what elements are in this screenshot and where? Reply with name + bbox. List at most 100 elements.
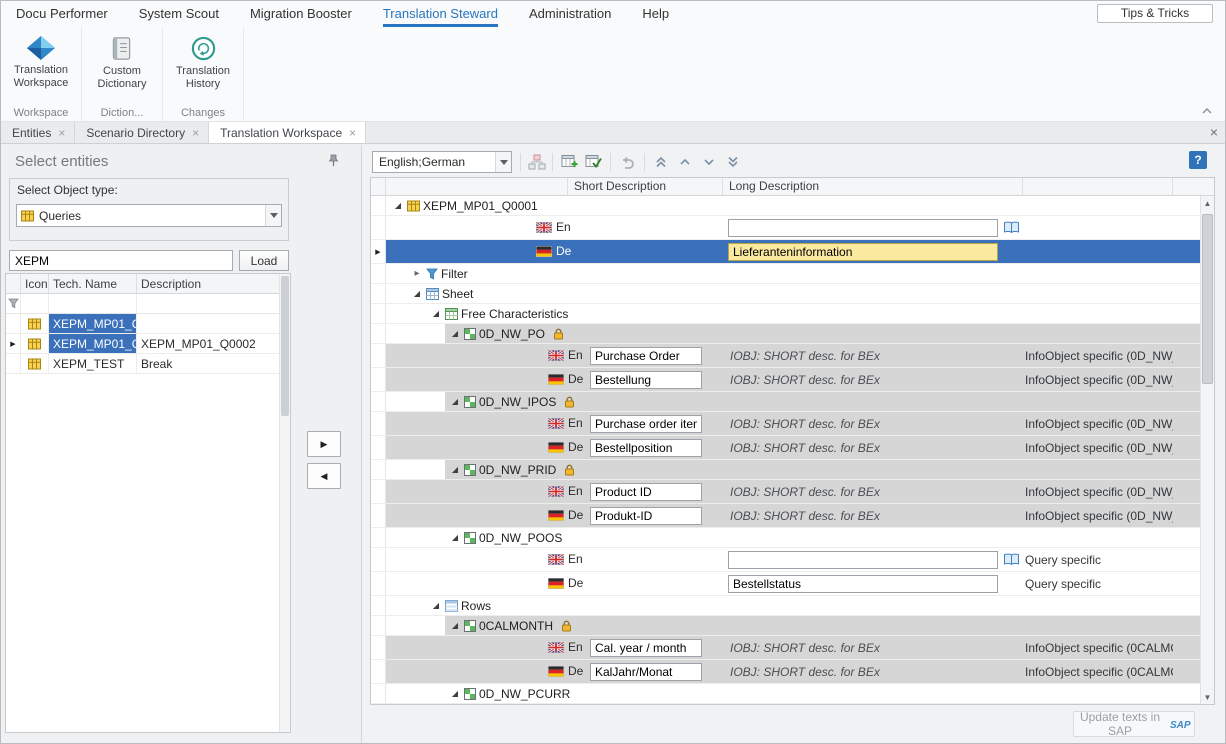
expand-toggle-icon[interactable]: ▸ xyxy=(411,268,423,279)
entity-search-input[interactable] xyxy=(9,250,233,271)
scrollbar-thumb[interactable] xyxy=(1202,214,1213,384)
tree-node-row[interactable]: ◢Sheet xyxy=(371,284,1200,304)
translation-row[interactable]: DeIOBJ: SHORT desc. for BExInfoObject sp… xyxy=(371,504,1200,528)
translation-row[interactable]: EnIOBJ: SHORT desc. for BExInfoObject sp… xyxy=(371,412,1200,436)
object-type-dropdown[interactable]: Queries xyxy=(16,204,282,227)
short-description-input[interactable] xyxy=(590,507,702,525)
column-header-tree[interactable] xyxy=(386,178,568,196)
long-description-input[interactable] xyxy=(728,243,998,261)
move-left-button[interactable]: ◀ xyxy=(307,463,341,489)
column-header-short-description[interactable]: Short Description xyxy=(568,178,723,196)
language-pair-dropdown[interactable]: English;German xyxy=(372,151,512,173)
tree-node-row[interactable]: ◢0D_NW_PRID xyxy=(371,460,1200,480)
short-description-input[interactable] xyxy=(590,371,702,389)
tree-node-row[interactable]: ◢Free Characteristics xyxy=(371,304,1200,324)
confirm-translation-icon[interactable] xyxy=(582,151,604,173)
filter-cell[interactable] xyxy=(49,294,137,313)
short-description-input[interactable] xyxy=(590,639,702,657)
column-header-icon[interactable]: Icon xyxy=(21,274,49,294)
tabbar-close-icon[interactable]: × xyxy=(1210,125,1218,139)
translation-row[interactable]: EnIOBJ: SHORT desc. for BExInfoObject sp… xyxy=(371,480,1200,504)
collapse-toggle-icon[interactable]: ◢ xyxy=(449,533,461,542)
column-header-tech-name[interactable]: Tech. Name xyxy=(49,274,137,294)
entity-row[interactable]: XEPM_MP01_Q... xyxy=(6,314,290,334)
move-right-button[interactable]: ▶ xyxy=(307,431,341,457)
move-up-icon[interactable] xyxy=(674,151,696,173)
close-icon[interactable]: × xyxy=(192,128,199,138)
pin-icon[interactable] xyxy=(328,154,339,170)
entity-row[interactable]: ▶XEPM_MP01_Q...XEPM_MP01_Q0002 xyxy=(6,334,290,354)
entity-table-scrollbar[interactable] xyxy=(279,274,290,732)
menu-item-administration[interactable]: Administration xyxy=(529,1,611,27)
entity-tech-name[interactable]: XEPM_MP01_Q... xyxy=(49,334,137,353)
tree-node-row[interactable]: ◢0D_NW_PCURR xyxy=(371,684,1200,704)
collapse-toggle-icon[interactable]: ◢ xyxy=(449,465,461,474)
add-translation-icon[interactable] xyxy=(558,151,580,173)
collapse-toggle-icon[interactable]: ◢ xyxy=(449,689,461,698)
menu-item-translation-steward[interactable]: Translation Steward xyxy=(383,1,498,27)
tab-translation-workspace[interactable]: Translation Workspace× xyxy=(209,122,366,143)
column-header-long-description[interactable]: Long Description xyxy=(723,178,1023,196)
filter-cell[interactable] xyxy=(21,294,49,313)
collapse-toggle-icon[interactable]: ◢ xyxy=(392,201,404,210)
ribbon-button-translation-workspace[interactable]: TranslationWorkspace xyxy=(7,33,75,90)
translation-row[interactable]: DeIOBJ: SHORT desc. for BExInfoObject sp… xyxy=(371,436,1200,460)
tree-node-row[interactable]: ▸Filter xyxy=(371,264,1200,284)
translation-row[interactable]: ▶De xyxy=(371,240,1200,264)
tree-node-row[interactable]: ◢0D_NW_POOS xyxy=(371,528,1200,548)
entity-tech-name[interactable]: XEPM_MP01_Q... xyxy=(49,314,137,333)
menu-item-help[interactable]: Help xyxy=(642,1,669,27)
entity-tech-name[interactable]: XEPM_TEST xyxy=(49,354,137,373)
translation-row[interactable]: DeIOBJ: SHORT desc. for BExInfoObject sp… xyxy=(371,368,1200,392)
short-description-input[interactable] xyxy=(590,347,702,365)
entity-description[interactable] xyxy=(137,314,280,333)
tree-node-row[interactable]: ◢0CALMONTH xyxy=(371,616,1200,636)
move-down-icon[interactable] xyxy=(698,151,720,173)
scroll-down-icon[interactable]: ▼ xyxy=(1201,690,1214,704)
update-texts-in-sap-button[interactable]: Update texts in SAP SAP xyxy=(1073,711,1195,737)
menu-item-system-scout[interactable]: System Scout xyxy=(139,1,219,27)
auto-filter-row[interactable] xyxy=(6,294,290,314)
tab-entities[interactable]: Entities× xyxy=(1,122,75,143)
tree-node-row[interactable]: ◢Rows xyxy=(371,596,1200,616)
long-description-input[interactable] xyxy=(728,575,998,593)
ribbon-collapse-button[interactable] xyxy=(1199,105,1215,117)
close-icon[interactable]: × xyxy=(58,128,65,138)
entity-description[interactable]: XEPM_MP01_Q0002 xyxy=(137,334,280,353)
column-header-scope[interactable] xyxy=(1023,178,1173,196)
book-lookup-icon[interactable] xyxy=(1003,221,1020,234)
scrollbar-thumb[interactable] xyxy=(281,276,289,416)
long-description-input[interactable] xyxy=(728,551,998,569)
translation-row[interactable]: EnIOBJ: SHORT desc. for BExInfoObject sp… xyxy=(371,636,1200,660)
ribbon-button-translation-history[interactable]: TranslationHistory xyxy=(169,33,237,91)
collapse-toggle-icon[interactable]: ◢ xyxy=(449,621,461,630)
help-button[interactable]: ? xyxy=(1189,151,1207,169)
menu-item-migration-booster[interactable]: Migration Booster xyxy=(250,1,352,27)
entity-description[interactable]: Break xyxy=(137,354,280,373)
tree-node-row[interactable]: ◢XEPM_MP01_Q0001 xyxy=(371,196,1200,216)
translation-row[interactable]: DeIOBJ: SHORT desc. for BExInfoObject sp… xyxy=(371,660,1200,684)
collapse-toggle-icon[interactable]: ◢ xyxy=(449,329,461,338)
tab-scenario-directory[interactable]: Scenario Directory× xyxy=(75,122,209,143)
short-description-input[interactable] xyxy=(590,483,702,501)
short-description-input[interactable] xyxy=(590,415,702,433)
move-last-icon[interactable] xyxy=(722,151,744,173)
filter-cell[interactable] xyxy=(137,294,280,313)
collapse-toggle-icon[interactable]: ◢ xyxy=(411,289,423,298)
translation-row[interactable]: DeQuery specific xyxy=(371,572,1200,596)
short-description-input[interactable] xyxy=(590,439,702,457)
tips-and-tricks-button[interactable]: Tips & Tricks xyxy=(1097,4,1213,23)
translation-row[interactable]: En xyxy=(371,216,1200,240)
tree-node-row[interactable]: ◢0D_NW_PO xyxy=(371,324,1200,344)
collapse-toggle-icon[interactable]: ◢ xyxy=(430,309,442,318)
translation-row[interactable]: EnIOBJ: SHORT desc. for BExInfoObject sp… xyxy=(371,344,1200,368)
column-header-description[interactable]: Description xyxy=(137,274,280,294)
entity-row[interactable]: XEPM_TESTBreak xyxy=(6,354,290,374)
collapse-toggle-icon[interactable]: ◢ xyxy=(449,397,461,406)
ribbon-button-custom-dictionary[interactable]: CustomDictionary xyxy=(88,33,156,91)
move-first-icon[interactable] xyxy=(650,151,672,173)
translation-row[interactable]: EnQuery specific xyxy=(371,548,1200,572)
collapse-toggle-icon[interactable]: ◢ xyxy=(430,601,442,610)
book-lookup-icon[interactable] xyxy=(1003,553,1020,566)
hierarchy-icon[interactable] xyxy=(526,151,548,173)
